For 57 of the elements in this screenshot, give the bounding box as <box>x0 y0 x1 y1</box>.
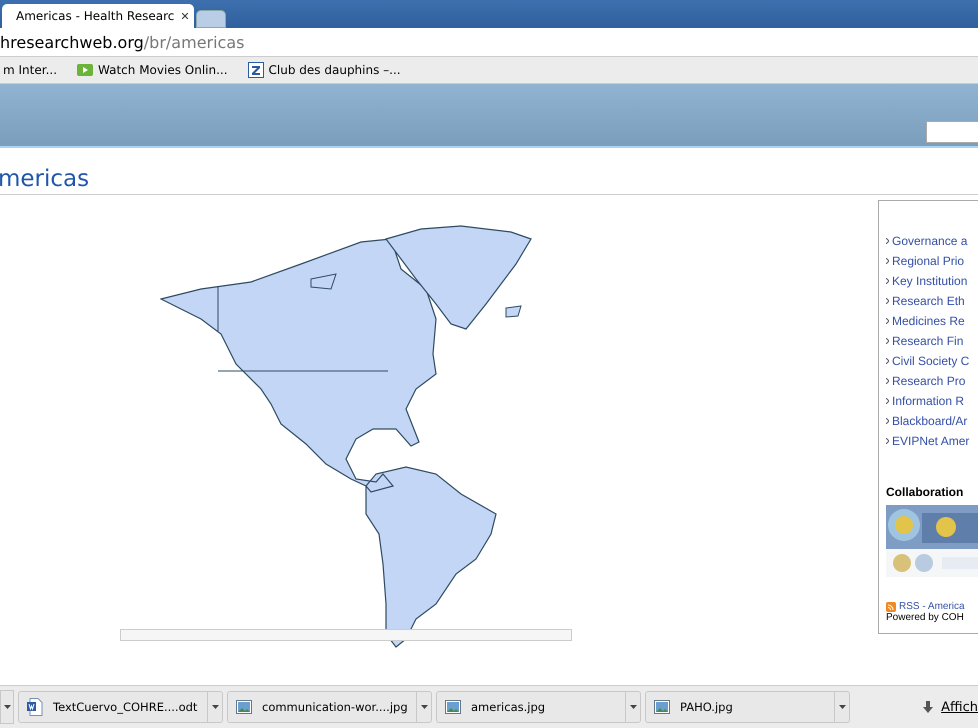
bookmark[interactable]: Watch Movies Onlin... <box>74 63 231 77</box>
file-name: TextCuervo_COHRE....odt <box>53 700 198 714</box>
letter-icon <box>248 62 264 78</box>
download-item[interactable]: PAHO.jpg <box>645 691 850 723</box>
close-icon[interactable]: ✕ <box>180 10 190 22</box>
bookmark[interactable]: Club des dauphins –... <box>244 62 404 78</box>
caret-icon <box>630 705 636 709</box>
sidebar-link[interactable]: Civil Society C <box>886 351 978 371</box>
chevron-icon <box>886 278 889 284</box>
chevron-icon <box>886 338 889 344</box>
chevron-icon <box>886 378 889 384</box>
document-icon <box>27 698 43 716</box>
rss-link[interactable]: RSS - America <box>899 601 965 612</box>
file-name: communication-wor....jpg <box>262 700 408 714</box>
sidebar-link[interactable]: Research Eth <box>886 291 978 311</box>
image-icon <box>654 700 670 714</box>
image-icon <box>236 700 252 714</box>
chevron-icon <box>886 398 889 404</box>
sidebar-link[interactable]: Research Fin <box>886 331 978 351</box>
chevron-icon <box>886 298 889 304</box>
browser-tab[interactable]: Americas - Health Researc ✕ <box>2 4 194 28</box>
sidebar-link[interactable]: Medicines Re <box>886 311 978 331</box>
download-icon <box>923 701 934 713</box>
sidebar-link[interactable]: Key Institution <box>886 271 978 291</box>
chevron-icon <box>886 418 889 424</box>
caret-icon <box>212 705 218 709</box>
show-all-link[interactable]: Affich <box>923 700 978 714</box>
sidebar-link[interactable]: EVIPNet Amer <box>886 431 978 451</box>
chevron-icon <box>886 258 889 264</box>
file-name: PAHO.jpg <box>680 700 733 714</box>
caret-icon <box>838 705 846 709</box>
chevron-icon <box>886 438 889 444</box>
download-item[interactable]: TextCuervo_COHRE....odt <box>18 691 223 723</box>
sidebar-link[interactable]: Regional Prio <box>886 251 978 271</box>
search-field[interactable] <box>926 121 978 143</box>
caret-icon <box>4 705 10 709</box>
rss-icon <box>886 602 896 612</box>
sidebar-link[interactable]: Research Pro <box>886 371 978 391</box>
download-menu-button[interactable] <box>0 690 14 724</box>
tab-title: Americas - Health Researc <box>16 9 174 23</box>
section-heading: Collaboration <box>886 485 964 499</box>
sidebar-link[interactable]: Blackboard/Ar <box>886 411 978 431</box>
chevron-icon <box>886 358 889 364</box>
chevron-icon <box>886 238 889 244</box>
file-name: americas.jpg <box>471 700 546 714</box>
page-title: mericas <box>0 148 978 195</box>
chevron-icon <box>886 318 889 324</box>
sidebar-link[interactable]: Governance a <box>886 231 978 251</box>
image-icon <box>445 700 461 714</box>
download-item[interactable]: communication-wor....jpg <box>227 691 432 723</box>
sidebar-link[interactable]: Information R <box>886 391 978 411</box>
download-item[interactable]: americas.jpg <box>436 691 641 723</box>
play-icon <box>77 64 94 76</box>
bookmark[interactable]: m Inter... <box>0 63 60 77</box>
footer-text: Powered by COH <box>886 612 965 623</box>
caret-icon <box>420 705 428 709</box>
browser-tab[interactable] <box>196 10 226 28</box>
